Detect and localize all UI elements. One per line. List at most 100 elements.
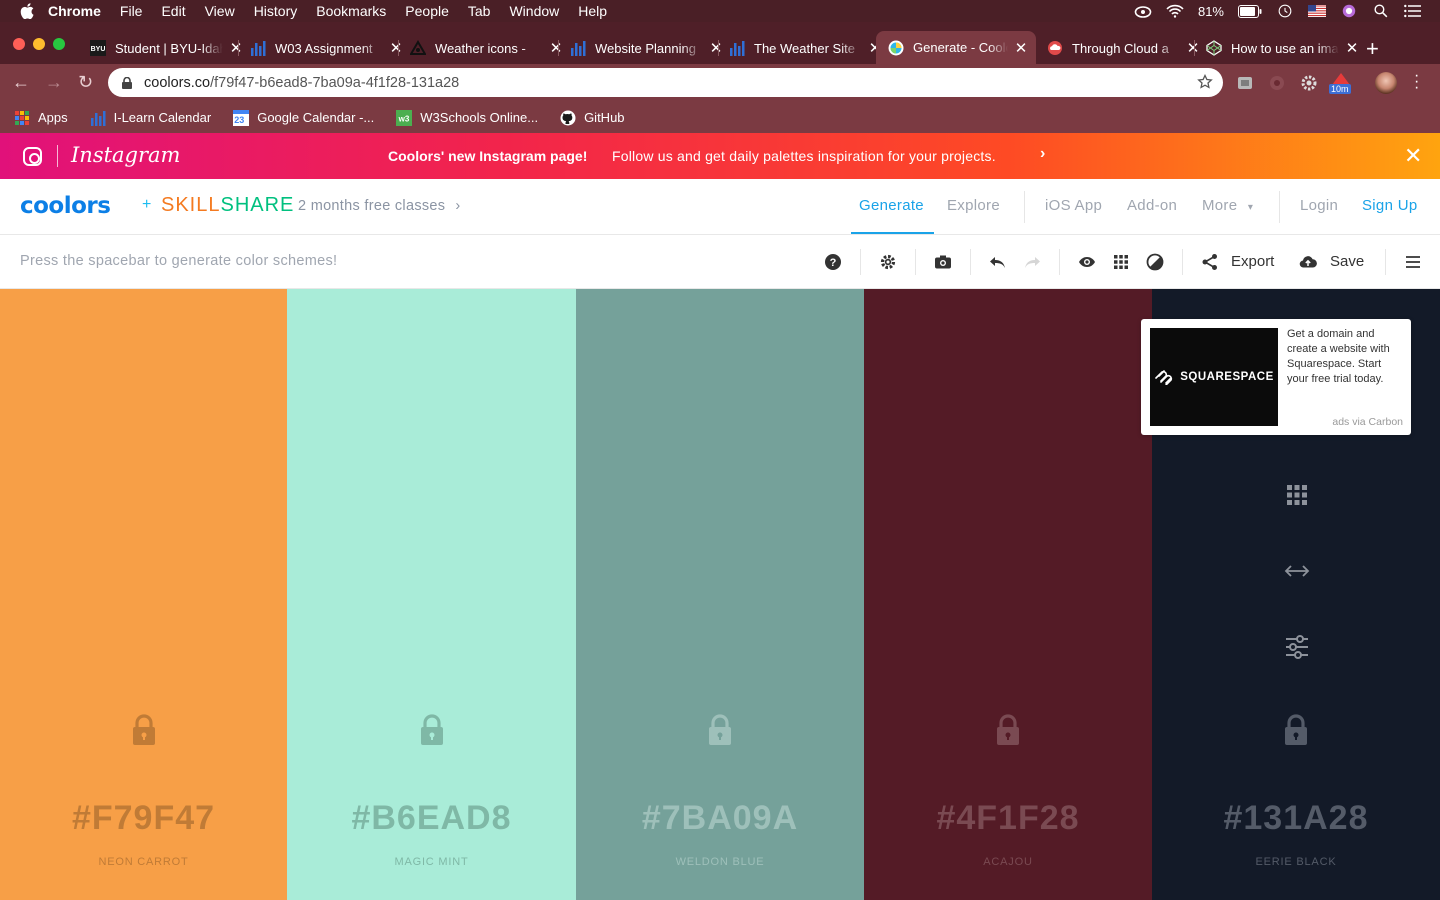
ad-attribution[interactable]: ads via Carbon — [1332, 416, 1403, 428]
browser-tab[interactable]: BYU Student | BYU-Idaho ✕ — [90, 33, 243, 63]
hex-code[interactable]: #7BA09A — [576, 799, 864, 838]
bookmark-item[interactable]: Apps — [14, 110, 68, 126]
ad-text[interactable]: Get a domain and create a website with S… — [1287, 327, 1405, 387]
window-minimize-button[interactable] — [33, 38, 45, 50]
padlock-icon[interactable] — [122, 76, 132, 89]
grid-view-icon[interactable] — [1112, 253, 1130, 271]
window-close-button[interactable] — [13, 38, 25, 50]
export-button[interactable]: Export — [1201, 235, 1289, 289]
skillshare-logo[interactable]: SKILLSHARE — [161, 194, 294, 217]
hex-code[interactable]: #4F1F28 — [864, 799, 1152, 838]
menu-file[interactable]: File — [120, 3, 143, 19]
eye-icon[interactable] — [1078, 253, 1096, 271]
close-tab-icon[interactable]: ✕ — [709, 39, 723, 57]
bookmark-item[interactable]: 23 Google Calendar -... — [233, 109, 374, 126]
nav-sign-up[interactable]: Sign Up — [1362, 197, 1417, 214]
bookmark-item[interactable]: I-Learn Calendar — [90, 110, 211, 126]
help-icon[interactable]: ? — [824, 253, 842, 271]
color-swatch[interactable]: #B6EAD8 MAGIC MINT — [287, 289, 576, 900]
nav-add-on[interactable]: Add-on — [1127, 197, 1177, 214]
menu-history[interactable]: History — [254, 3, 298, 19]
camera-icon[interactable] — [934, 253, 952, 271]
lock-icon[interactable] — [1284, 714, 1308, 746]
menu-window[interactable]: Window — [509, 3, 559, 19]
browser-tab[interactable]: Website Planning ✕ — [570, 33, 723, 63]
color-swatch[interactable]: #F79F47 NEON CARROT — [0, 289, 287, 900]
spotlight-search-icon[interactable] — [1372, 4, 1390, 18]
hex-code[interactable]: #F79F47 — [0, 799, 287, 838]
save-button[interactable]: Save — [1299, 235, 1369, 289]
bookmark-item[interactable]: w3 W3Schools Online... — [396, 109, 538, 126]
menu-tab[interactable]: Tab — [468, 3, 491, 19]
back-arrow-icon[interactable]: ← — [12, 72, 30, 93]
wifi-icon[interactable] — [1166, 4, 1184, 18]
lock-icon[interactable] — [132, 714, 156, 746]
ad-image[interactable]: SQUARESPACE — [1150, 328, 1278, 426]
nav-explore[interactable]: Explore — [947, 197, 1000, 214]
color-swatch[interactable]: #4F1F28 ACAJOU — [864, 289, 1152, 900]
browser-tab[interactable]: How to use an image ✕ — [1206, 33, 1359, 63]
skillshare-offer-link[interactable]: 2 months free classes › — [298, 198, 460, 214]
creative-cloud-icon[interactable] — [1134, 4, 1152, 18]
browser-tab[interactable]: The Weather Site ✕ — [729, 33, 882, 63]
nav-login[interactable]: Login — [1300, 197, 1338, 214]
color-swatch[interactable]: #7BA09A WELDON BLUE — [576, 289, 864, 900]
window-zoom-button[interactable] — [53, 38, 65, 50]
settings-gear-icon[interactable] — [879, 253, 897, 271]
nav-more[interactable]: More ▾ — [1202, 197, 1253, 214]
carbon-ad[interactable]: SQUARESPACE Get a domain and create a we… — [1141, 319, 1411, 435]
shades-grid-icon[interactable] — [1284, 482, 1310, 508]
menu-people[interactable]: People — [405, 3, 449, 19]
close-tab-icon[interactable]: ✕ — [1014, 39, 1028, 57]
siri-icon[interactable] — [1340, 4, 1358, 18]
menu-bookmarks[interactable]: Bookmarks — [316, 3, 386, 19]
reload-icon[interactable]: ↻ — [78, 72, 93, 93]
close-tab-icon[interactable]: ✕ — [549, 39, 563, 57]
close-tab-icon[interactable]: ✕ — [389, 39, 403, 57]
coolors-logo[interactable]: coolors — [20, 193, 111, 219]
lock-icon[interactable] — [708, 714, 732, 746]
nav-generate[interactable]: Generate — [859, 197, 924, 214]
close-tab-icon[interactable]: ✕ — [1345, 39, 1359, 57]
close-tab-icon[interactable]: ✕ — [229, 39, 243, 57]
chevron-right-icon[interactable]: › — [1040, 145, 1045, 163]
drag-arrows-icon[interactable] — [1284, 558, 1310, 584]
us-flag-icon[interactable] — [1308, 4, 1326, 18]
lock-icon[interactable] — [420, 714, 444, 746]
instagram-promo-banner[interactable]: Instagram Coolors' new Instagram page! F… — [0, 133, 1440, 179]
new-tab-button[interactable]: + — [1366, 36, 1379, 62]
browser-tab-active[interactable]: Generate - Coolors ✕ — [876, 31, 1036, 64]
nav-ios-app[interactable]: iOS App — [1045, 197, 1102, 214]
profile-avatar[interactable] — [1375, 72, 1397, 94]
extension-cube-icon[interactable] — [1236, 74, 1254, 92]
hamburger-menu-icon[interactable] — [1404, 253, 1422, 271]
lock-icon[interactable] — [996, 714, 1020, 746]
redo-icon[interactable] — [1023, 253, 1041, 271]
extension-timer[interactable]: 10m — [1329, 72, 1351, 96]
notification-center-icon[interactable] — [1404, 4, 1422, 18]
menu-edit[interactable]: Edit — [161, 3, 185, 19]
menu-app-name[interactable]: Chrome — [48, 3, 101, 19]
undo-icon[interactable] — [989, 253, 1007, 271]
menu-help[interactable]: Help — [578, 3, 607, 19]
close-tab-icon[interactable]: ✕ — [1186, 39, 1200, 57]
time-machine-icon[interactable] — [1276, 4, 1294, 18]
contrast-icon[interactable] — [1146, 253, 1164, 271]
bookmark-star-icon[interactable] — [1197, 74, 1213, 90]
extension-gear-icon[interactable] — [1300, 74, 1318, 92]
close-banner-icon[interactable]: ✕ — [1404, 143, 1422, 169]
extension-shield-icon[interactable] — [1268, 74, 1286, 92]
browser-tab[interactable]: Weather icons - ✕ — [410, 33, 563, 63]
apple-icon[interactable] — [20, 3, 34, 19]
menu-view[interactable]: View — [205, 3, 235, 19]
browser-tab[interactable]: W03 Assignment ✕ — [250, 33, 403, 63]
hex-code[interactable]: #B6EAD8 — [287, 799, 576, 838]
chrome-menu-icon[interactable]: · · · — [1414, 68, 1419, 96]
hex-code[interactable]: #131A28 — [1152, 799, 1440, 838]
browser-tab[interactable]: Through Cloud a ✕ — [1047, 33, 1200, 63]
forward-arrow-icon[interactable]: → — [45, 72, 63, 93]
address-bar[interactable]: coolors.co/f79f47-b6ead8-7ba09a-4f1f28-1… — [108, 68, 1223, 97]
bookmark-item[interactable]: GitHub — [560, 110, 625, 126]
adjust-sliders-icon[interactable] — [1284, 634, 1310, 660]
battery-icon[interactable] — [1238, 4, 1262, 18]
